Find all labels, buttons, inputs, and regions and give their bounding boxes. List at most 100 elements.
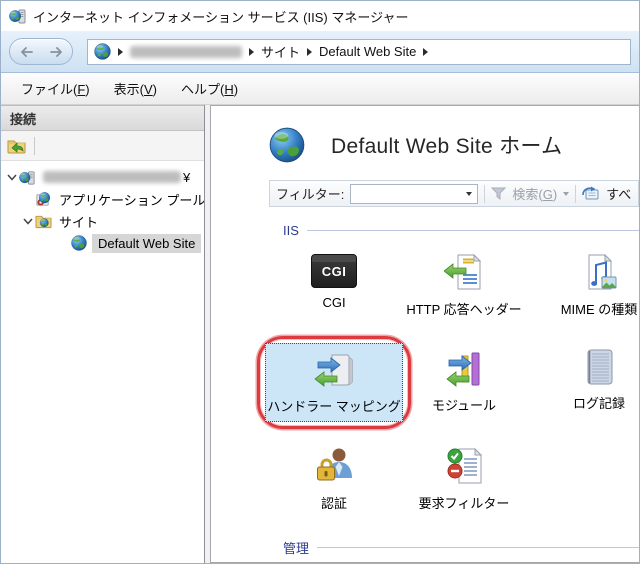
menu-help[interactable]: ヘルプ(H)	[171, 75, 248, 102]
search-key: G	[542, 187, 553, 202]
feature-mime-types[interactable]: MIME の種類	[529, 242, 639, 330]
feature-http-response-headers-label: HTTP 応答ヘッダー	[406, 302, 522, 317]
http-response-headers-icon	[444, 254, 484, 292]
breadcrumb-server-blurred[interactable]	[130, 45, 242, 58]
modules-icon	[445, 350, 483, 388]
show-all-icon	[582, 186, 600, 201]
red-highlight-annotation: ハンドラー マッピング	[257, 336, 411, 429]
handler-mappings-icon	[312, 352, 356, 390]
filter-label: フィルター:	[276, 187, 345, 202]
site-globe-icon	[71, 235, 87, 251]
iis-manager-window: インターネット インフォメーション サービス (IIS) マネージャー サイト …	[0, 0, 640, 564]
filterbar-separator	[575, 184, 577, 203]
section-divider	[317, 547, 639, 548]
feature-cgi[interactable]: CGI CGI	[269, 242, 399, 330]
feature-modules-label: モジュール	[431, 398, 497, 413]
breadcrumb-arrow-icon[interactable]	[423, 47, 429, 56]
show-all-button[interactable]: すべ	[606, 184, 631, 203]
menu-bar: ファイル(F) 表示(V) ヘルプ(H)	[1, 73, 639, 105]
main-panel: Default Web Site ホーム フィルター: 検索(G) すべ IIS…	[210, 105, 639, 563]
menu-help-key: H	[224, 82, 234, 97]
forward-button[interactable]	[49, 45, 65, 59]
menu-view[interactable]: 表示(V)	[104, 75, 167, 102]
feature-request-filtering-label: 要求フィルター	[418, 496, 510, 511]
title-bar: インターネット インフォメーション サービス (IIS) マネージャー	[1, 1, 639, 31]
section-divider	[306, 230, 639, 231]
window-title: インターネット インフォメーション サービス (IIS) マネージャー	[33, 9, 409, 25]
feature-authentication-label: 認証	[320, 496, 347, 511]
navigation-toolbar: サイト Default Web Site	[1, 31, 639, 73]
feature-handler-mappings[interactable]: ハンドラー マッピング	[265, 343, 403, 422]
feature-modules[interactable]: モジュール	[399, 330, 529, 418]
breadcrumb-sites[interactable]: サイト	[261, 42, 300, 61]
search-dropdown-icon[interactable]	[563, 191, 570, 196]
site-home-globe-icon	[269, 127, 305, 163]
chevron-down-icon[interactable]	[5, 170, 19, 184]
nav-back-forward	[9, 38, 73, 65]
breadcrumb-arrow-icon[interactable]	[118, 47, 123, 56]
application-pools-icon	[35, 191, 52, 208]
filter-combobox[interactable]	[350, 183, 479, 204]
breadcrumb-globe-icon	[94, 43, 111, 60]
save-connection-icon[interactable]	[7, 138, 26, 154]
feature-grid-row2: ハンドラー マッピング モジュール ログ記録	[257, 330, 639, 434]
back-button[interactable]	[18, 45, 34, 59]
mime-types-icon	[579, 254, 619, 292]
toolbar-separator	[34, 136, 35, 155]
feature-handler-mappings-cell: ハンドラー マッピング	[257, 330, 411, 429]
menu-view-key: V	[143, 82, 153, 97]
server-name-blurred	[43, 171, 181, 183]
cgi-icon: CGI	[311, 254, 357, 288]
filter-toolbar: フィルター: 検索(G) すべ	[269, 180, 639, 207]
breadcrumb-default-web-site[interactable]: Default Web Site	[319, 44, 416, 59]
feature-http-response-headers[interactable]: HTTP 応答ヘッダー	[399, 242, 529, 330]
sites-label: サイト	[59, 214, 99, 230]
content-area: 接続 ¥ アプリケーション プール サイト Default Web Site D…	[1, 105, 639, 563]
feature-handler-mappings-label: ハンドラー マッピング	[267, 399, 401, 414]
filterbar-separator	[484, 184, 486, 203]
chevron-down-icon[interactable]	[21, 214, 35, 228]
menu-help-close: )	[233, 82, 239, 97]
feature-logging-label: ログ記録	[572, 396, 625, 411]
connections-toolbar	[1, 131, 204, 161]
feature-grid-row1: CGI CGI HTTP 応答ヘッダー MIME の種類	[269, 242, 639, 330]
menu-view-text: 表示(	[113, 82, 144, 97]
menu-view-close: )	[152, 82, 157, 97]
page-title: Default Web Site ホーム	[331, 135, 563, 158]
logging-icon	[582, 348, 616, 386]
menu-file-close: )	[85, 82, 90, 97]
features-area: IIS CGI CGI HTTP 応答ヘッダー MIME の種類 ハンドラー マ…	[257, 207, 639, 562]
section-iis: IIS	[283, 223, 639, 238]
sites-folder-icon	[35, 214, 52, 229]
tree-node-server[interactable]: ¥	[1, 166, 204, 188]
feature-mime-types-label: MIME の種類	[560, 302, 638, 317]
search-text: 検索(	[512, 187, 543, 202]
server-icon	[19, 169, 36, 186]
feature-authentication[interactable]: 認証	[269, 434, 399, 522]
feature-cgi-label: CGI	[322, 295, 346, 310]
search-close: )	[552, 187, 558, 202]
feature-logging[interactable]: ログ記録	[529, 330, 639, 418]
connections-tree: ¥ アプリケーション プール サイト Default Web Site	[1, 161, 204, 563]
menu-help-text: ヘルプ(	[181, 82, 225, 97]
tree-node-sites[interactable]: サイト	[1, 210, 204, 232]
tree-node-application-pools[interactable]: アプリケーション プール	[1, 188, 204, 210]
connections-panel: 接続 ¥ アプリケーション プール サイト Default Web Site	[1, 105, 205, 563]
server-name-suffix: ¥	[183, 169, 191, 185]
search-button[interactable]: 検索(G)	[512, 184, 557, 203]
connections-header: 接続	[1, 105, 204, 131]
tree-node-default-web-site[interactable]: Default Web Site	[1, 232, 204, 254]
breadcrumb-bar[interactable]: サイト Default Web Site	[87, 38, 631, 65]
menu-file[interactable]: ファイル(F)	[11, 75, 100, 102]
application-pools-label: アプリケーション プール	[59, 192, 204, 208]
feature-request-filtering[interactable]: 要求フィルター	[399, 434, 529, 522]
filter-funnel-icon	[491, 187, 507, 200]
combo-dropdown-icon[interactable]	[466, 191, 473, 196]
authentication-icon	[314, 446, 354, 486]
menu-file-text: ファイル(	[21, 82, 78, 97]
default-web-site-label: Default Web Site	[92, 233, 202, 253]
breadcrumb-arrow-icon[interactable]	[307, 47, 313, 56]
section-management: 管理	[283, 538, 639, 557]
breadcrumb-arrow-icon[interactable]	[249, 47, 254, 56]
app-icon	[9, 7, 27, 25]
